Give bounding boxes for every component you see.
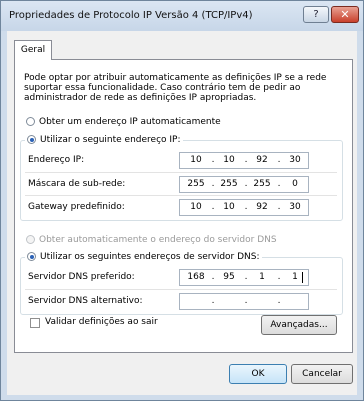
- octet-separator: .: [244, 296, 248, 306]
- validate-label: Validar definições ao sair: [45, 317, 158, 327]
- tab-panel-general: Pode optar por atribuir automaticamente …: [14, 59, 353, 353]
- gateway-octet-1: 10: [190, 202, 202, 212]
- subnet-mask-octet-2: 255: [220, 179, 238, 189]
- radio-ip-auto[interactable]: Obter um endereço IP automaticamente: [26, 116, 221, 128]
- dns-alternate-label: Servidor DNS alternativo:: [28, 296, 143, 306]
- radio-dns-auto[interactable]: Obter automaticamente o endereço do serv…: [26, 234, 277, 246]
- dns-preferred-octet-4: 1: [292, 272, 298, 282]
- radio-ip-auto-label: Obter um endereço IP automaticamente: [39, 117, 221, 127]
- ip-group: Utilizar o seguinte endereço IP: Endereç…: [20, 134, 343, 221]
- subnet-mask-octet-4: 0: [292, 179, 298, 189]
- ip-address-input[interactable]: 10. 10. 92. 30: [179, 152, 309, 169]
- dns-preferred-label: Servidor DNS preferido:: [28, 272, 135, 282]
- ip-address-octet-3: 92: [256, 155, 268, 165]
- gateway-row: Gateway predefinido: 10. 10. 92. 30: [25, 195, 337, 218]
- ip-address-row: Endereço IP: 10. 10. 92. 30: [25, 149, 337, 172]
- dns-preferred-octet-2: 95: [223, 272, 235, 282]
- gateway-label: Gateway predefinido:: [28, 202, 125, 212]
- subnet-mask-input[interactable]: 255. 255. 255. 0: [179, 176, 309, 193]
- help-button[interactable]: ?: [303, 6, 329, 23]
- gateway-octet-2: 10: [223, 202, 235, 212]
- title-bar[interactable]: Propriedades de Protocolo IP Versão 4 (T…: [1, 1, 363, 31]
- ip-address-label: Endereço IP:: [28, 155, 85, 165]
- text-caret: [302, 272, 303, 283]
- dns-preferred-row: Servidor DNS preferido: 168. 95. 1. 1: [25, 266, 337, 289]
- gateway-octet-4: 30: [289, 202, 301, 212]
- dialog-window: Propriedades de Protocolo IP Versão 4 (T…: [0, 0, 364, 401]
- radio-ip-manual-label: Utilizar o seguinte endereço IP:: [40, 135, 181, 145]
- close-button[interactable]: ✕: [331, 6, 359, 23]
- tab-general[interactable]: Geral: [14, 40, 52, 60]
- description-text: Pode optar por atribuir automaticamente …: [24, 73, 327, 103]
- radio-dns-manual[interactable]: Utilizar os seguintes endereços de servi…: [25, 251, 262, 263]
- subnet-mask-row: Máscara de sub-rede: 255. 255. 255. 0: [25, 172, 337, 195]
- window-title: Propriedades de Protocolo IP Versão 4 (T…: [9, 10, 253, 21]
- octet-separator: .: [277, 296, 281, 306]
- octet-separator: .: [211, 296, 215, 306]
- dns-group: Utilizar os seguintes endereços de servi…: [20, 251, 343, 315]
- dialog-client-area: Geral Pode optar por atribuir automatica…: [7, 31, 357, 395]
- radio-ip-manual[interactable]: Utilizar o seguinte endereço IP:: [25, 134, 183, 146]
- dns-preferred-octet-3: 1: [259, 272, 265, 282]
- advanced-button[interactable]: Avançadas...: [261, 315, 337, 335]
- gateway-octet-3: 92: [256, 202, 268, 212]
- gateway-input[interactable]: 10. 10. 92. 30: [179, 199, 309, 216]
- subnet-mask-label: Máscara de sub-rede:: [28, 179, 126, 189]
- ip-address-octet-1: 10: [190, 155, 202, 165]
- ok-button[interactable]: OK: [229, 364, 287, 384]
- radio-dns-auto-label: Obter automaticamente o endereço do serv…: [39, 235, 277, 245]
- dns-preferred-octet-1: 168: [187, 272, 205, 282]
- ip-address-octet-4: 30: [289, 155, 301, 165]
- dns-preferred-input[interactable]: 168. 95. 1. 1: [179, 269, 309, 286]
- radio-ip-auto-button[interactable]: [26, 117, 35, 126]
- ip-address-octet-2: 10: [223, 155, 235, 165]
- radio-dns-manual-button[interactable]: [27, 252, 36, 261]
- subnet-mask-octet-3: 255: [253, 179, 271, 189]
- radio-ip-manual-button[interactable]: [27, 135, 36, 144]
- dns-alternate-row: Servidor DNS alternativo: . . .: [25, 289, 337, 312]
- radio-dns-auto-button[interactable]: [26, 235, 35, 244]
- radio-dns-manual-label: Utilizar os seguintes endereços de servi…: [40, 252, 260, 262]
- validate-checkbox[interactable]: [30, 318, 40, 328]
- subnet-mask-octet-1: 255: [187, 179, 205, 189]
- dns-alternate-input[interactable]: . . .: [179, 293, 309, 310]
- cancel-button[interactable]: Cancelar: [291, 364, 353, 384]
